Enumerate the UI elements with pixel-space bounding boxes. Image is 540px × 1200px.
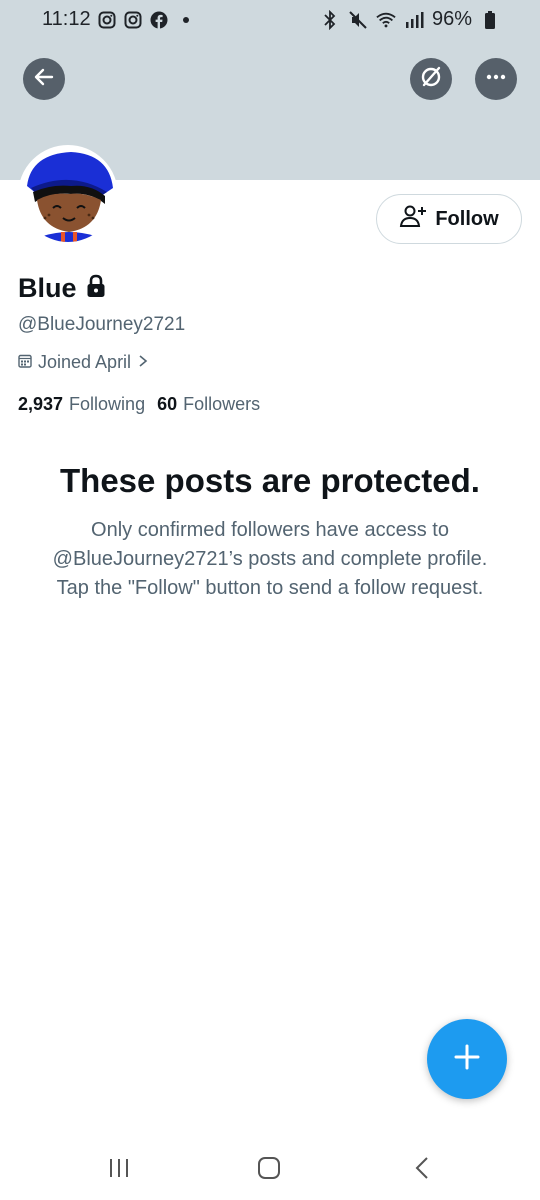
status-bar: 11:12 96% — [0, 0, 540, 40]
home-icon — [257, 1156, 281, 1185]
battery-percent: 96% — [431, 8, 472, 30]
following-link[interactable]: 2,937 Following — [18, 394, 145, 415]
following-label: Following — [69, 394, 146, 414]
joined-label: Joined April — [38, 352, 132, 372]
avatar[interactable] — [18, 145, 118, 245]
lock-icon — [85, 274, 107, 303]
avatar-image — [21, 148, 115, 242]
compose-button[interactable] — [427, 1019, 507, 1099]
follow-counts: 2,937 Following 60 Followers — [18, 394, 260, 415]
add-user-icon — [399, 204, 427, 234]
home-button[interactable] — [249, 1154, 289, 1186]
chevron-right-icon — [137, 352, 149, 373]
grok-button[interactable] — [410, 58, 452, 100]
instagram-icon — [123, 10, 143, 30]
joined-date[interactable]: Joined April — [18, 352, 149, 373]
follow-button[interactable]: Follow — [376, 194, 522, 244]
plus-icon — [453, 1043, 481, 1076]
battery-icon — [480, 10, 500, 30]
system-nav-bar — [0, 1140, 540, 1200]
followers-label: Followers — [183, 394, 261, 414]
profile-handle: @BlueJourney2721 — [18, 314, 186, 335]
notification-dot-icon — [182, 16, 189, 23]
protected-message: Only confirmed followers have access to … — [52, 519, 488, 599]
calendar-icon — [18, 352, 32, 373]
protected-title: These posts are protected. — [60, 462, 480, 499]
following-count: 2,937 — [18, 394, 64, 414]
more-options-button[interactable] — [475, 58, 517, 100]
followers-count: 60 — [157, 394, 178, 414]
instagram-icon — [97, 10, 117, 30]
name-row: Blue — [18, 273, 107, 304]
mute-icon — [348, 10, 368, 30]
back-button[interactable] — [23, 58, 65, 100]
back-icon — [414, 1156, 430, 1185]
grok-icon — [419, 65, 443, 94]
wifi-icon — [376, 10, 396, 30]
follow-button-label: Follow — [435, 207, 499, 230]
bluetooth-icon — [320, 9, 340, 30]
followers-link[interactable]: 60 Followers — [157, 394, 260, 415]
facebook-icon — [149, 10, 169, 30]
back-arrow-icon — [33, 66, 55, 93]
signal-icon — [404, 10, 424, 30]
more-icon — [485, 66, 507, 93]
system-back-button[interactable] — [402, 1154, 442, 1186]
display-name: Blue — [18, 273, 77, 303]
recent-apps-icon — [107, 1157, 131, 1184]
recent-apps-button[interactable] — [99, 1154, 139, 1186]
status-time: 11:12 — [42, 8, 91, 30]
